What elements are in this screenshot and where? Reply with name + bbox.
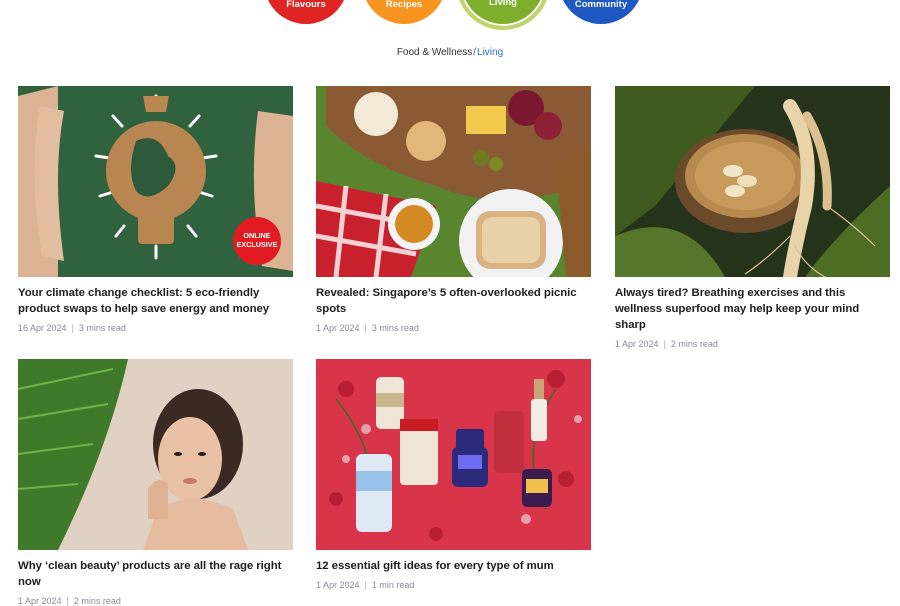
online-exclusive-badge: ONLINE EXCLUSIVE [233, 217, 281, 265]
article-card[interactable]: 12 essential gift ideas for every type o… [316, 359, 591, 590]
meta-divider: | [66, 596, 69, 606]
meta-divider: | [663, 339, 666, 349]
article-title[interactable]: 12 essential gift ideas for every type o… [316, 558, 591, 574]
article-card[interactable]: Why ‘clean beauty’ products are all the … [18, 359, 293, 606]
category-community[interactable]: Community [559, 0, 643, 24]
article-read-time: 2 mins read [670, 339, 718, 349]
article-card[interactable]: Always tired? Breathing exercises and th… [615, 86, 890, 349]
category-label: Living [489, 0, 517, 8]
article-image-gifts[interactable] [316, 359, 591, 550]
article-title[interactable]: Why ‘clean beauty’ products are all the … [18, 558, 293, 590]
article-meta: 1 Apr 2024 | 3 mins read [316, 323, 591, 333]
article-image-clean-beauty[interactable] [18, 359, 293, 550]
article-meta: 1 Apr 2024 | 2 mins read [18, 596, 293, 606]
category-flavours[interactable]: Flavours [264, 0, 348, 24]
article-meta: 16 Apr 2024 | 3 mins read [18, 323, 293, 333]
article-read-time: 3 mins read [371, 323, 419, 333]
category-label: Flavours [286, 0, 326, 10]
article-title[interactable]: Your climate change checklist: 5 eco-fri… [18, 285, 293, 317]
article-image-picnic[interactable] [316, 86, 591, 277]
article-meta: 1 Apr 2024 | 2 mins read [615, 339, 890, 349]
article-meta: 1 Apr 2024 | 1 min read [316, 580, 591, 590]
article-date: 1 Apr 2024 [18, 596, 62, 606]
category-label: Community [574, 0, 628, 10]
article-date: 1 Apr 2024 [316, 323, 360, 333]
breadcrumb-current: Living [477, 47, 504, 58]
article-title[interactable]: Revealed: Singapore’s 5 often-overlooked… [316, 285, 591, 317]
article-date: 1 Apr 2024 [615, 339, 659, 349]
breadcrumb: Food & Wellness/Living [0, 47, 900, 58]
article-read-time: 1 min read [371, 580, 415, 590]
article-image-bulb[interactable]: ONLINE EXCLUSIVE [18, 86, 293, 277]
meta-divider: | [364, 323, 367, 333]
article-read-time: 3 mins read [78, 323, 126, 333]
article-card[interactable]: ONLINE EXCLUSIVE Your climate change che… [18, 86, 293, 333]
article-date: 16 Apr 2024 [18, 323, 67, 333]
breadcrumb-parent[interactable]: Food & Wellness [397, 47, 472, 58]
article-image-ginseng[interactable] [615, 86, 890, 277]
meta-divider: | [364, 580, 367, 590]
article-card[interactable]: Revealed: Singapore’s 5 often-overlooked… [316, 86, 591, 333]
category-nav: Flavours Recipes Living Community [0, 0, 900, 30]
category-living[interactable]: Living [456, 0, 550, 30]
category-recipes[interactable]: Recipes [362, 0, 446, 24]
category-label: Recipes [385, 0, 423, 10]
article-title[interactable]: Always tired? Breathing exercises and th… [615, 285, 890, 333]
meta-divider: | [71, 323, 74, 333]
article-date: 1 Apr 2024 [316, 580, 360, 590]
badge-line: EXCLUSIVE [236, 239, 278, 249]
article-read-time: 2 mins read [73, 596, 121, 606]
